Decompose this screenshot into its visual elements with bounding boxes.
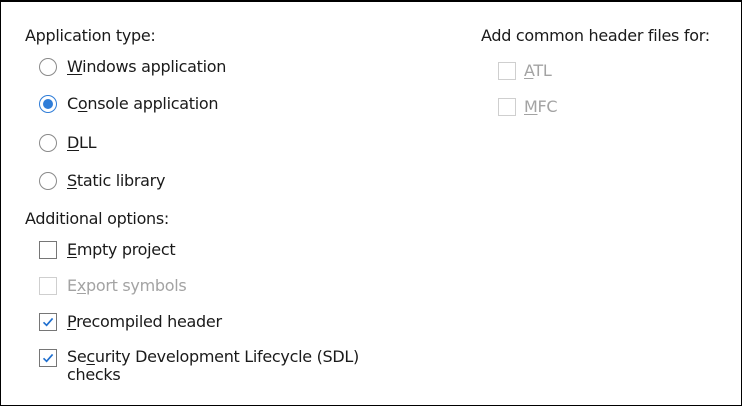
checkbox-precompiled-header[interactable]: Precompiled header	[39, 312, 222, 332]
radio-label: DLL	[67, 133, 97, 152]
application-type-heading: Application type:	[25, 26, 156, 45]
radio-button[interactable]	[39, 58, 57, 76]
radio-button-selected[interactable]	[39, 95, 57, 113]
additional-options-heading: Additional options:	[25, 209, 170, 228]
header-files-heading: Add common header files for:	[481, 26, 710, 45]
dialog-panel: Application type: Windows application Co…	[0, 0, 742, 406]
radio-label: Static library	[67, 171, 166, 190]
checkbox-mfc[interactable]: MFC	[498, 97, 558, 117]
checkbox-empty-project[interactable]: Empty project	[39, 240, 176, 260]
checkbox-sdl-checks[interactable]: Security Development Lifecycle (SDL) chec…	[39, 348, 359, 384]
radio-dll[interactable]: DLL	[39, 133, 97, 153]
checkbox-disabled[interactable]	[39, 277, 57, 295]
checkmark-icon	[42, 353, 54, 363]
checkbox-label: Export symbols	[67, 276, 187, 295]
radio-label: Console application	[67, 94, 219, 113]
radio-console-application[interactable]: Console application	[39, 94, 218, 114]
checkbox-disabled[interactable]	[498, 62, 516, 80]
checkbox-label: MFC	[524, 97, 558, 116]
checkbox-label: Precompiled header	[67, 312, 222, 331]
radio-static-library[interactable]: Static library	[39, 171, 165, 191]
checkbox-label: Empty project	[67, 240, 176, 259]
checkbox-atl[interactable]: ATL	[498, 61, 552, 81]
checkbox-disabled[interactable]	[498, 98, 516, 116]
radio-button[interactable]	[39, 172, 57, 190]
checkbox-export-symbols[interactable]: Export symbols	[39, 276, 187, 296]
radio-windows-application[interactable]: Windows application	[39, 57, 226, 77]
checkbox-label: ATL	[524, 61, 552, 80]
radio-button[interactable]	[39, 134, 57, 152]
checkbox-label: Security Development Lifecycle (SDL) chec…	[67, 347, 359, 384]
checkbox-checked[interactable]	[39, 349, 57, 367]
radio-label: Windows application	[67, 57, 227, 76]
checkbox-checked[interactable]	[39, 313, 57, 331]
checkmark-icon	[42, 317, 54, 327]
checkbox[interactable]	[39, 241, 57, 259]
